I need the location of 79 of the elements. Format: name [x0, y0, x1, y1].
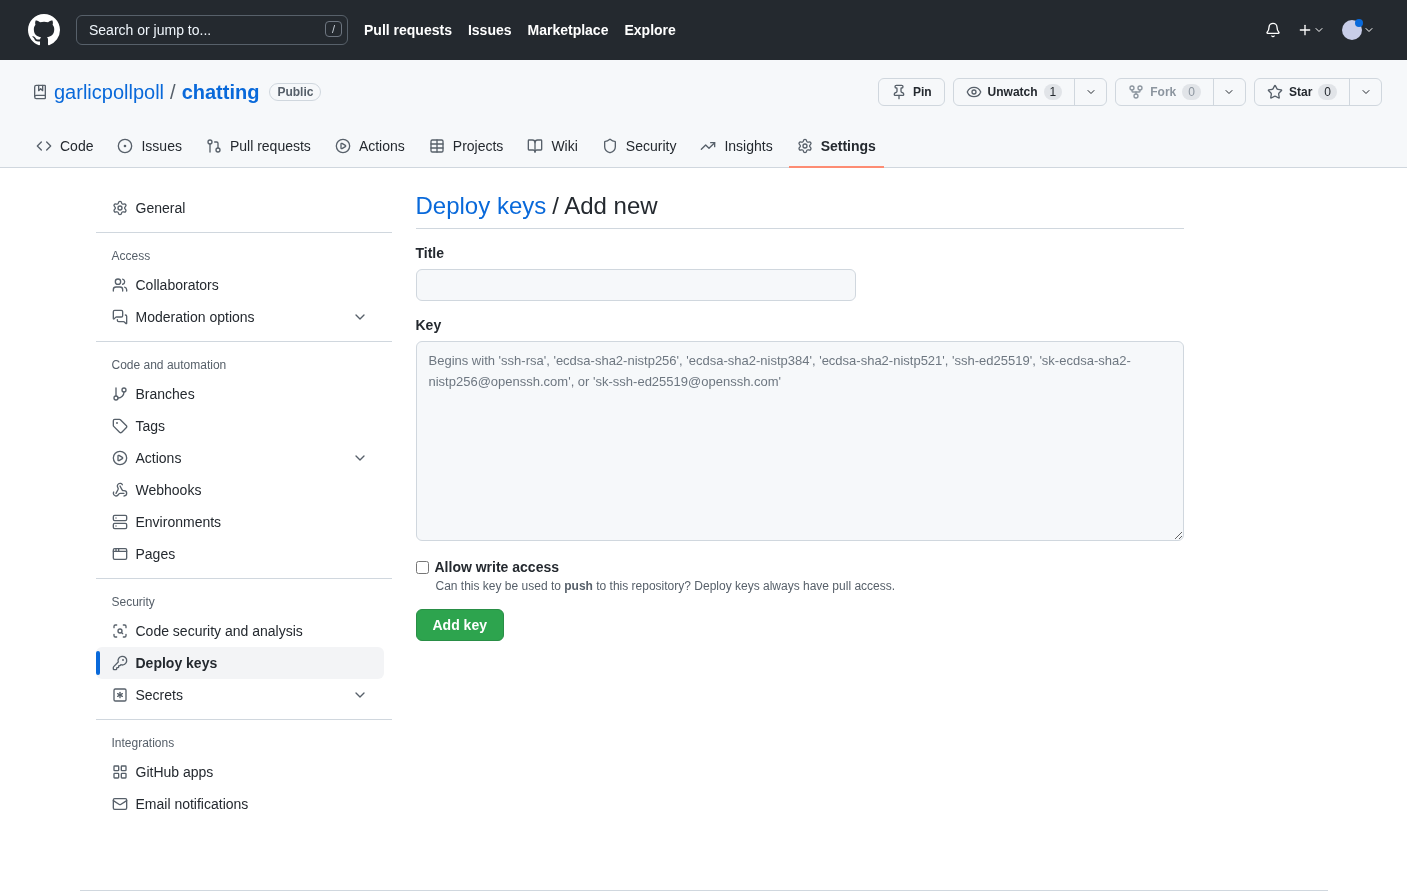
tag-icon — [111, 418, 128, 434]
book-icon — [527, 138, 544, 154]
nav-link[interactable]: Marketplace — [527, 22, 609, 38]
circle-dot-icon — [117, 138, 134, 154]
play-circle-icon — [111, 450, 128, 466]
sidebar-item[interactable]: Secrets — [95, 679, 384, 711]
github-logo[interactable] — [28, 14, 60, 46]
eye-icon — [965, 84, 982, 100]
repo-tab[interactable]: Settings — [788, 130, 884, 168]
window-icon — [111, 546, 128, 562]
help-text: Can this key be used to push to this repository? Deploy keys always have pull access. — [435, 579, 897, 593]
code-icon — [36, 138, 52, 154]
sidebar-item[interactable]: Environments — [95, 506, 384, 538]
repo-action-button[interactable]: Pin — [878, 79, 944, 105]
repo-tab[interactable]: Issues — [109, 130, 190, 168]
pull-request-icon — [205, 138, 222, 154]
selection-indicator — [95, 651, 100, 675]
sidebar-item[interactable]: Deploy keys — [95, 647, 384, 679]
page-title: / Add new — [552, 192, 658, 220]
people-icon — [111, 277, 128, 293]
field-label: Title — [415, 245, 446, 261]
path-separator: / — [170, 80, 176, 104]
fork-icon — [1128, 84, 1145, 100]
key-icon — [111, 655, 128, 671]
sidebar-item[interactable]: Branches — [95, 378, 384, 410]
owner-link[interactable]: garlicpollpoll — [54, 80, 165, 104]
key-textarea[interactable]: Begins with 'ssh-rsa', 'ecdsa-sha2-nistp256', 'ecdsa-sha2-nistp384', 'ecdsa-sha2-nistp521', 'ssh-ed25519', 'sk-ecdsa-sha2-nistp256@openssh.com', or 'sk-ssh-ed25519@openssh.com' — [415, 341, 1184, 541]
sidebar-item[interactable]: Moderation options — [95, 301, 384, 333]
shortcut-key: / — [324, 21, 342, 37]
sidebar-item[interactable]: Pages — [95, 538, 384, 570]
envelope-icon — [111, 796, 128, 812]
gear-icon — [796, 138, 813, 154]
sidebar-item[interactable]: Tags — [95, 410, 384, 442]
sidebar-item[interactable]: Email notifications — [95, 788, 384, 820]
repo-icon — [32, 84, 48, 100]
avatar-icon[interactable] — [1341, 19, 1363, 41]
checkbox-label[interactable]: Allow write access — [434, 559, 559, 575]
input-field[interactable] — [415, 269, 856, 301]
count-label: 1 — [1043, 84, 1063, 100]
section-heading: Access — [110, 248, 152, 265]
count-label: 0 — [1182, 84, 1201, 100]
play-circle-icon — [334, 138, 351, 154]
asterisk-square-icon — [111, 687, 128, 703]
repo-name-link[interactable]: chatting — [181, 80, 260, 104]
repo-tab[interactable]: Code — [28, 130, 102, 168]
nav-link[interactable]: Issues — [467, 22, 512, 38]
field-label: Key — [415, 317, 443, 333]
nav-link[interactable]: Explore — [624, 22, 676, 38]
repo-tab[interactable]: Pull requests — [197, 130, 319, 168]
bell-icon[interactable] — [1265, 22, 1281, 38]
sidebar-item[interactable]: GitHub apps — [95, 756, 384, 788]
sidebar-item[interactable]: Actions — [95, 442, 384, 474]
server-icon — [111, 514, 128, 530]
shield-icon — [601, 138, 618, 154]
sidebar-item[interactable]: Code security and analysis — [95, 615, 384, 647]
plus-icon[interactable] — [1297, 22, 1313, 38]
table-icon — [428, 138, 445, 154]
checkbox[interactable] — [415, 560, 429, 574]
section-heading: Integrations — [110, 735, 176, 752]
nav-link[interactable]: Pull requests — [364, 22, 452, 38]
sidebar-item[interactable]: Webhooks — [95, 474, 384, 506]
repo-tab[interactable]: Insights — [692, 130, 781, 168]
speech-bubbles-icon — [111, 309, 128, 325]
grid-icon — [111, 764, 128, 780]
star-icon — [1266, 84, 1283, 100]
sidebar-item[interactable]: General — [95, 192, 384, 224]
repo-tab[interactable]: Wiki — [519, 130, 586, 168]
section-heading: Code and automation — [110, 357, 228, 374]
sidebar-item[interactable]: Collaborators — [95, 269, 384, 301]
breadcrumb-link[interactable]: Deploy keys — [415, 192, 547, 220]
branch-icon — [111, 386, 128, 402]
gear-icon — [111, 200, 128, 216]
webhook-icon — [111, 482, 128, 498]
repo-tab[interactable]: Actions — [326, 130, 413, 168]
scan-icon — [111, 623, 128, 639]
count-label: 0 — [1318, 84, 1337, 100]
section-heading: Security — [110, 594, 156, 611]
repo-tab[interactable]: Projects — [420, 130, 512, 168]
repo-tab[interactable]: Security — [593, 130, 685, 168]
